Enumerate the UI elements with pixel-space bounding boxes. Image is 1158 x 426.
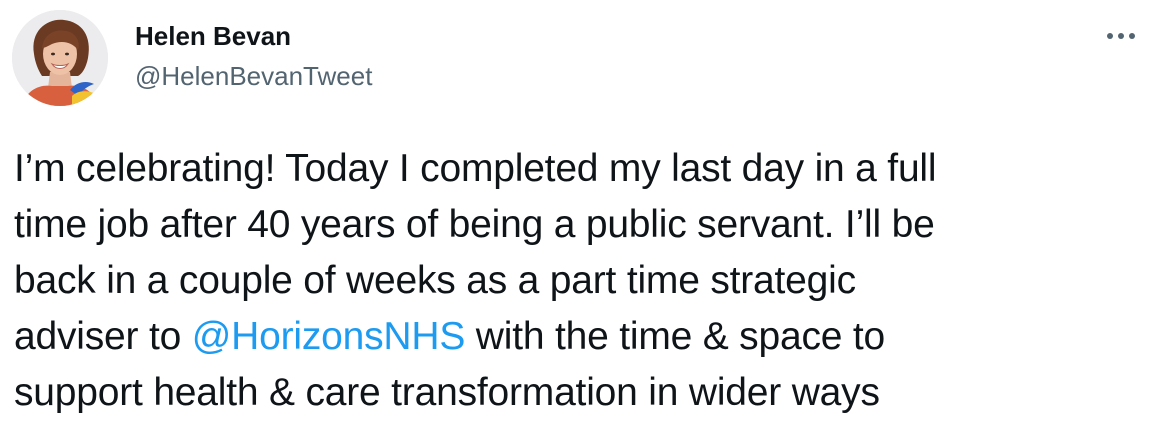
tweet-text: I’m celebrating! Today I completed my la…: [14, 141, 1149, 421]
more-horizontal-icon: [1107, 33, 1135, 39]
tweet-text-line: adviser to @HorizonsNHS with the time & …: [14, 309, 1149, 365]
more-options-button[interactable]: [1102, 24, 1142, 48]
profile-photo: [12, 10, 108, 106]
tweet-card: Helen Bevan @HelenBevanTweet I’m celebra…: [0, 0, 1158, 426]
tweet-text-line: support health & care transformation in …: [14, 371, 880, 414]
tweet-text-fragment: adviser to: [14, 315, 192, 358]
mention-link[interactable]: @HorizonsNHS: [192, 315, 466, 358]
tweet-text-fragment: with the time & space to: [465, 315, 886, 358]
tweet-text-line: back in a couple of weeks as a part time…: [14, 259, 856, 302]
tweet-text-line: time job after 40 years of being a publi…: [14, 203, 935, 246]
tweet-text-line: I’m celebrating! Today I completed my la…: [14, 147, 937, 190]
author-display-name[interactable]: Helen Bevan: [135, 20, 291, 52]
avatar[interactable]: [12, 10, 108, 106]
author-handle[interactable]: @HelenBevanTweet: [135, 60, 372, 92]
